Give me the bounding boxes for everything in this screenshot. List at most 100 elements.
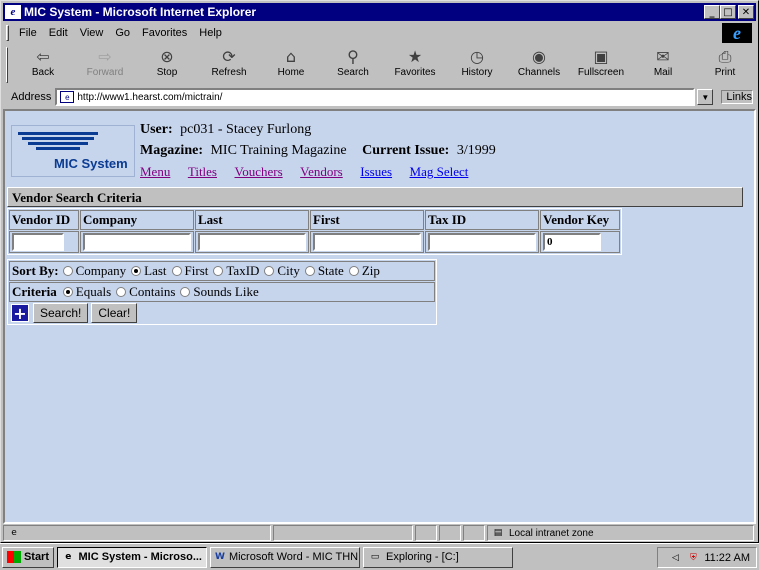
criteria-option-equals[interactable]: Equals — [62, 284, 111, 300]
toolbar-print-button[interactable]: ⎙ Print — [694, 45, 756, 83]
address-dropdown-button[interactable]: ▼ — [697, 89, 714, 105]
col-tax-id: Tax ID — [425, 210, 539, 230]
address-input[interactable]: e http://www1.hearst.com/mictrain/ — [55, 88, 696, 106]
menu-view[interactable]: View — [74, 27, 110, 39]
toolbar-mail-button[interactable]: ✉ Mail — [632, 45, 694, 83]
clock[interactable]: 11:22 AM — [704, 552, 750, 564]
page-status-icon: e — [11, 528, 17, 538]
criteria-option-contains[interactable]: Contains — [116, 284, 175, 300]
sort-option-taxid[interactable]: TaxID — [213, 263, 259, 279]
expand-plus-icon[interactable]: + — [11, 304, 29, 323]
toolbar-forward-button: ⇨ Forward — [74, 45, 136, 83]
sort-option-company[interactable]: Company — [62, 263, 126, 279]
task-exploring[interactable]: ▭ Exploring - [C:] — [363, 546, 513, 568]
col-company: Company — [80, 210, 194, 230]
shield-icon[interactable]: ⛨ — [686, 552, 700, 564]
toolbar-fullscreen-button[interactable]: ▣ Fullscreen — [570, 45, 632, 83]
col-vendor-id: Vendor ID — [9, 210, 79, 230]
toolbar-favorites-button[interactable]: ★ Favorites — [384, 45, 446, 83]
toolbar-back-button[interactable]: ⇦ Back — [12, 45, 74, 83]
radio-button[interactable] — [62, 266, 73, 276]
sort-option-label: State — [317, 263, 344, 278]
windows-flag-icon — [7, 551, 21, 563]
sort-option-first[interactable]: First — [171, 263, 209, 279]
word-task-icon: W — [215, 552, 225, 562]
tax-id-input[interactable] — [428, 233, 536, 251]
sort-option-label: Last — [144, 263, 167, 278]
radio-button[interactable] — [131, 266, 142, 276]
radio-button[interactable] — [213, 266, 224, 276]
sort-option-zip[interactable]: Zip — [348, 263, 380, 279]
col-first: First — [310, 210, 424, 230]
toolbar-stop-button[interactable]: ⊗ Stop — [136, 45, 198, 83]
links-button[interactable]: Links — [721, 90, 754, 104]
toolbar-channels-button[interactable]: ◉ Channels — [508, 45, 570, 83]
close-button[interactable]: ✕ — [738, 5, 754, 19]
toolbar-label: Search — [337, 67, 369, 78]
task-mic-system[interactable]: e MIC System - Microso... — [57, 546, 207, 568]
forward-arrow-icon: ⇨ — [98, 47, 112, 66]
volume-icon[interactable]: ◁ — [668, 552, 682, 564]
toolbar-refresh-button[interactable]: ⟳ Refresh — [198, 45, 260, 83]
favorites-icon: ★ — [407, 47, 423, 66]
sort-option-state[interactable]: State — [304, 263, 344, 279]
menu-grip[interactable] — [6, 25, 9, 41]
sort-option-city[interactable]: City — [264, 263, 300, 279]
toolbar-search-button[interactable]: ⚲ Search — [322, 45, 384, 83]
first-input[interactable] — [313, 233, 421, 251]
task-word[interactable]: W Microsoft Word - MIC THN... — [210, 546, 360, 568]
ie-app-icon[interactable]: e — [5, 5, 21, 19]
sort-option-last[interactable]: Last — [131, 263, 167, 279]
history-icon: ◷ — [470, 47, 484, 66]
radio-button[interactable] — [304, 266, 315, 276]
status-progress — [273, 525, 413, 541]
toolbar-label: Stop — [156, 67, 178, 78]
nav-mag-select[interactable]: Mag Select — [410, 164, 469, 179]
menu-help[interactable]: Help — [193, 27, 228, 39]
toolbar-label: Channels — [517, 67, 561, 78]
menu-bar: File Edit View Go Favorites Help — [3, 23, 756, 43]
menu-favorites[interactable]: Favorites — [136, 27, 193, 39]
menu-edit[interactable]: Edit — [43, 27, 74, 39]
radio-button[interactable] — [348, 266, 359, 276]
nav-titles[interactable]: Titles — [188, 164, 217, 179]
toolbar-home-button[interactable]: ⌂ Home — [260, 45, 322, 83]
sort-option-label: First — [184, 263, 209, 278]
vendor-key-input[interactable]: 0 — [543, 233, 601, 251]
print-icon: ⎙ — [718, 47, 732, 66]
last-input[interactable] — [198, 233, 306, 251]
status-bar: e ▤ Local intranet zone — [3, 525, 756, 542]
menu-file[interactable]: File — [13, 27, 43, 39]
maximize-button[interactable]: □ — [720, 5, 736, 19]
toolbar-label: Favorites — [394, 67, 436, 78]
ie-task-icon: e — [65, 552, 72, 562]
status-cell-1 — [415, 525, 437, 541]
toolbar-history-button[interactable]: ◷ History — [446, 45, 508, 83]
search-button[interactable]: Search! — [33, 303, 89, 323]
nav-vendors[interactable]: Vendors — [300, 164, 343, 179]
nav-menu[interactable]: Menu — [140, 164, 170, 179]
title-bar[interactable]: e MIC System - Microsoft Internet Explor… — [3, 3, 756, 21]
channels-icon: ◉ — [532, 47, 546, 66]
start-button[interactable]: Start — [2, 546, 54, 568]
radio-button[interactable] — [171, 266, 182, 276]
radio-button[interactable] — [180, 287, 191, 297]
browser-window: e MIC System - Microsoft Internet Explor… — [0, 0, 759, 543]
user-value: pc031 - Stacey Furlong — [180, 122, 312, 137]
nav-vouchers[interactable]: Vouchers — [235, 164, 283, 179]
menu-go[interactable]: Go — [109, 27, 136, 39]
vendor-id-input[interactable] — [12, 233, 64, 251]
clear-button[interactable]: Clear! — [91, 303, 138, 323]
radio-button[interactable] — [116, 287, 127, 297]
minimize-button[interactable]: _ — [704, 5, 720, 19]
user-label: User: — [140, 122, 173, 137]
criteria-option-sounds-like[interactable]: Sounds Like — [180, 284, 259, 300]
radio-button[interactable] — [62, 287, 73, 297]
intranet-zone-icon: ▤ — [493, 528, 503, 538]
search-icon: ⚲ — [347, 47, 359, 66]
company-input[interactable] — [83, 233, 191, 251]
nav-issues[interactable]: Issues — [360, 164, 392, 179]
page-icon: e — [60, 91, 75, 103]
radio-button[interactable] — [264, 266, 275, 276]
toolbar-grip[interactable] — [6, 47, 8, 83]
